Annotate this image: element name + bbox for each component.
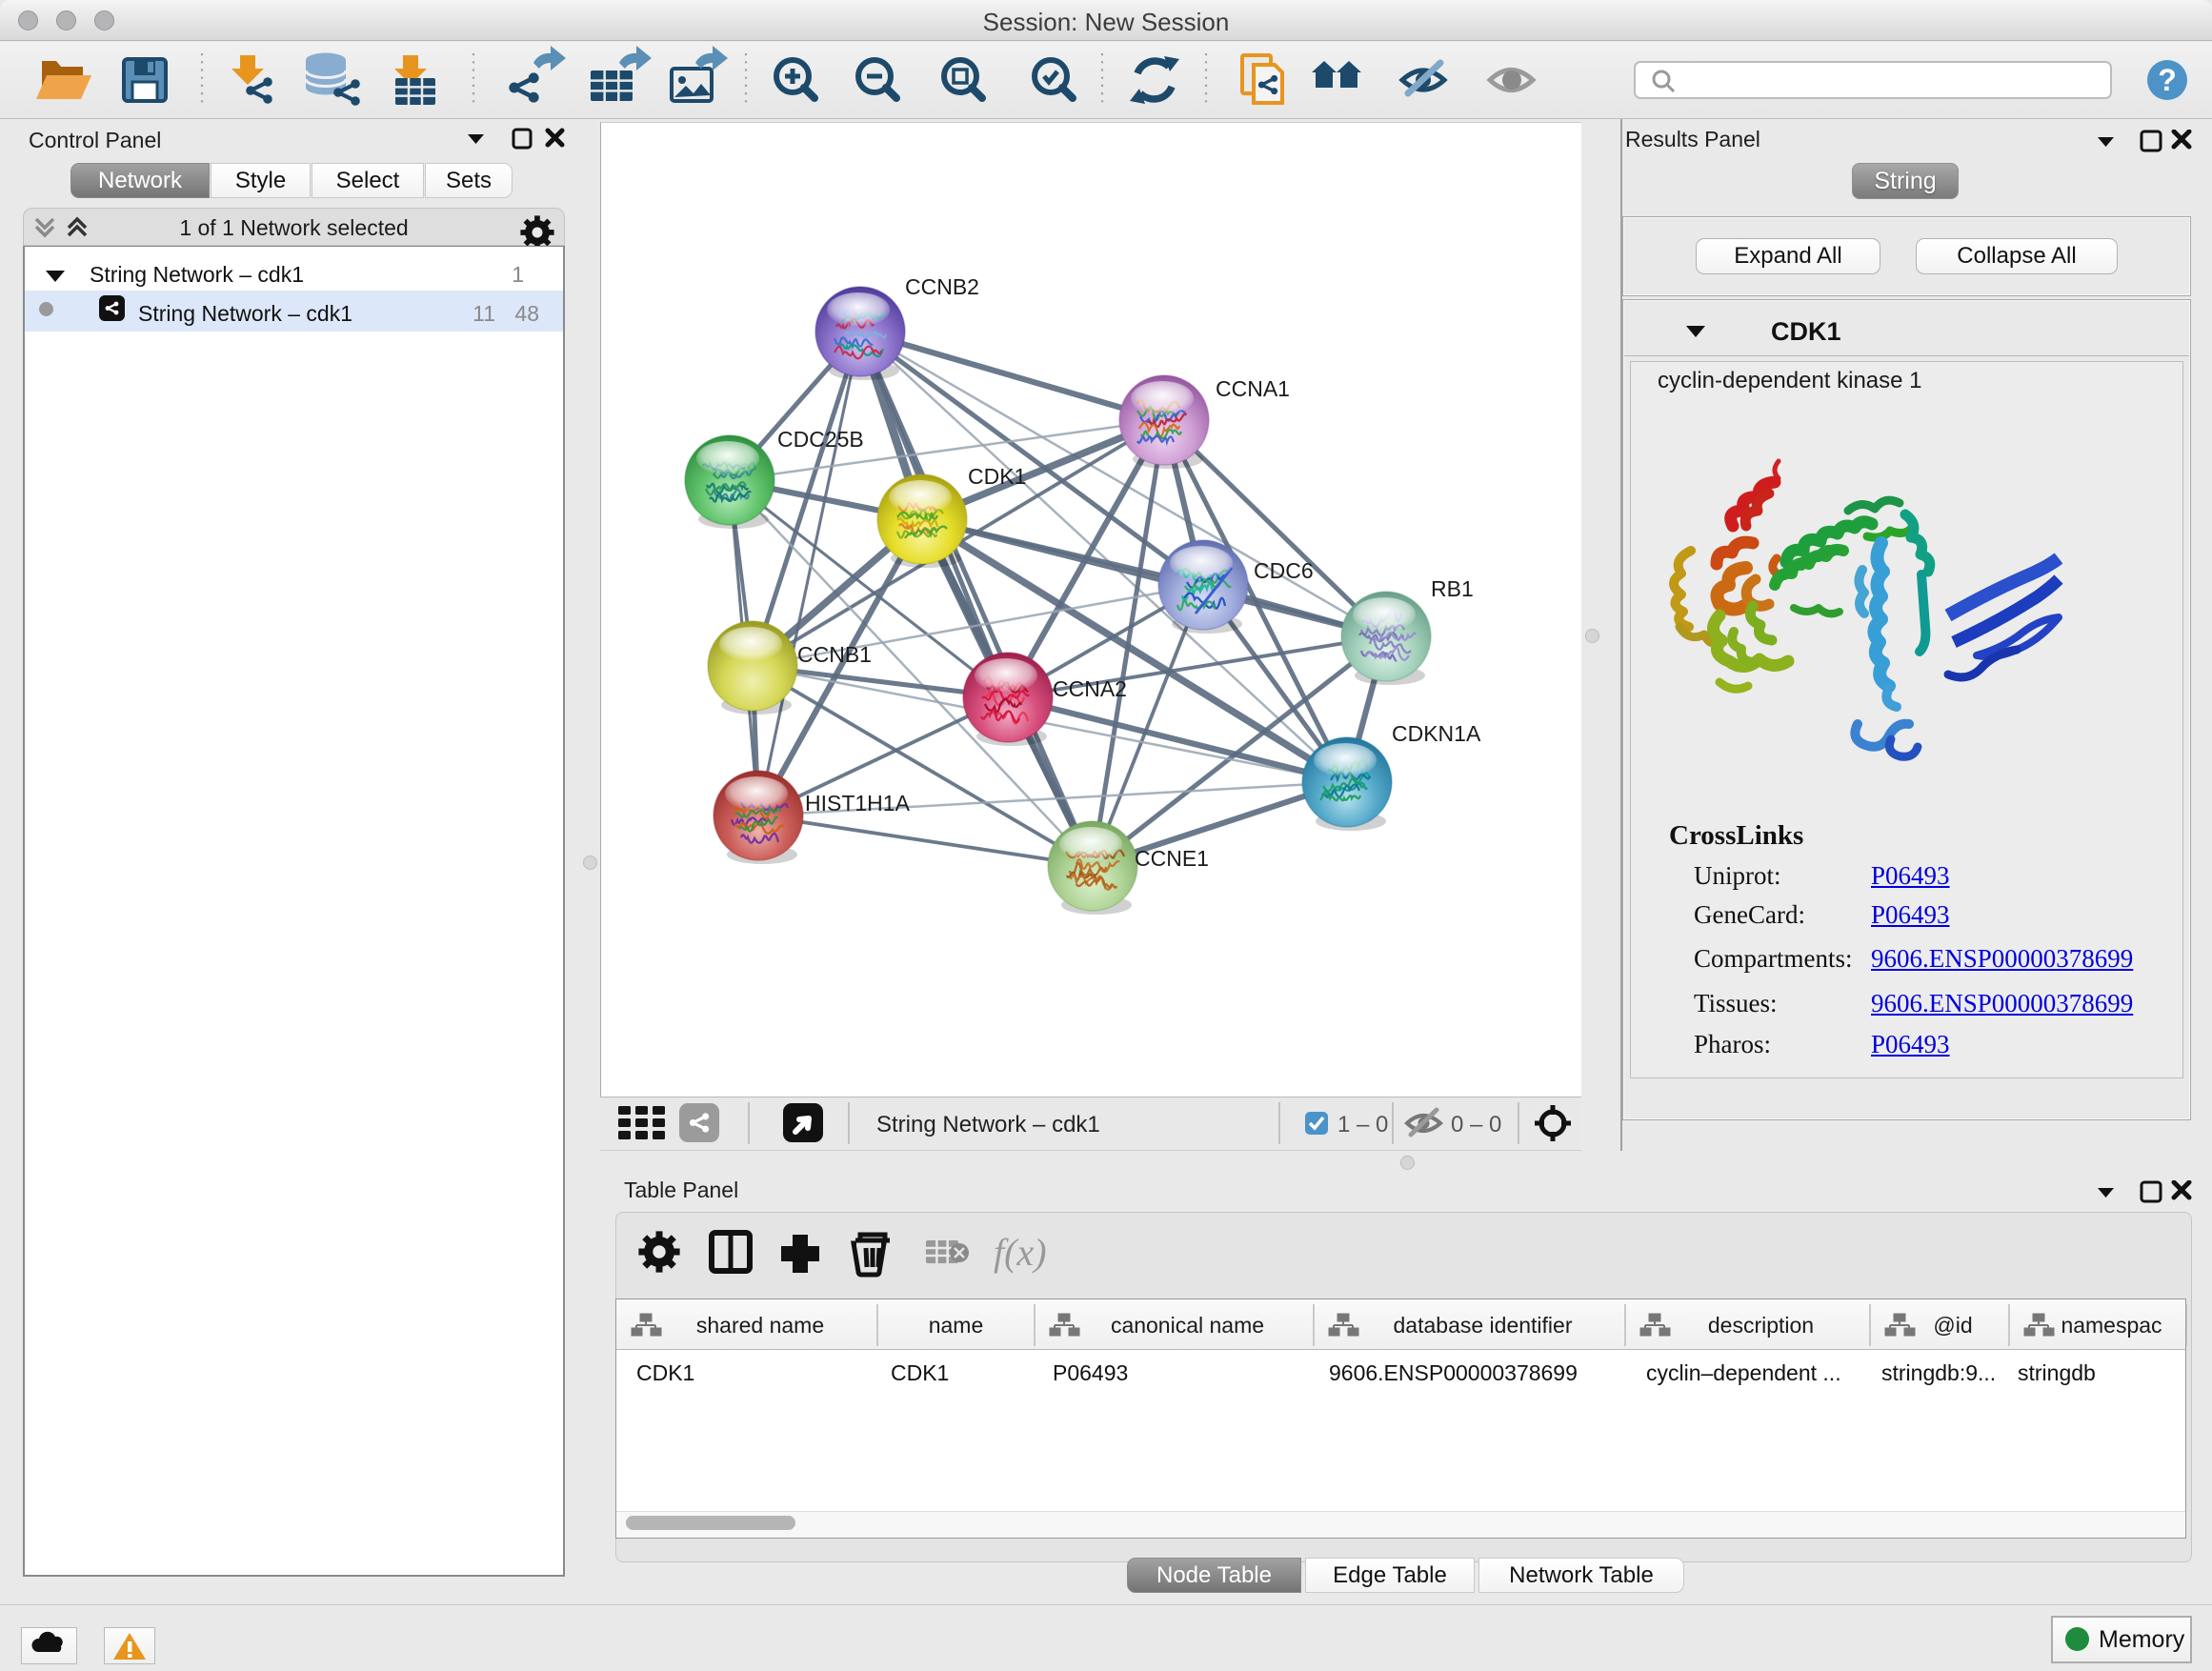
svg-text:@id: @id [1933,1313,1972,1338]
svg-text:CCNE1: CCNE1 [1135,846,1209,871]
svg-text:name: name [929,1313,984,1338]
svg-text:database identifier: database identifier [1394,1313,1573,1338]
svg-text:CCNB1: CCNB1 [797,642,872,667]
svg-text:CCNA2: CCNA2 [1053,676,1127,701]
svg-text:canonical name: canonical name [1111,1313,1264,1338]
svg-text:description: description [1708,1313,1814,1338]
svg-text:shared name: shared name [696,1313,824,1338]
svg-text:HIST1H1A: HIST1H1A [805,791,911,815]
svg-text:?: ? [2158,63,2177,97]
svg-text:f(x): f(x) [994,1231,1047,1274]
svg-text:1 – 0: 1 – 0 [1337,1112,1388,1137]
svg-text:0 – 0: 0 – 0 [1451,1112,1501,1137]
svg-text:String Network – cdk1: String Network – cdk1 [876,1112,1100,1137]
svg-text:RB1: RB1 [1431,576,1474,601]
svg-text:CDKN1A: CDKN1A [1392,721,1481,746]
svg-text:CCNB2: CCNB2 [905,274,979,299]
svg-text:CDK1: CDK1 [968,464,1026,489]
svg-text:CDC25B: CDC25B [777,427,864,452]
svg-text:CDC6: CDC6 [1254,558,1314,583]
svg-text:namespac: namespac [2061,1313,2162,1338]
svg-text:CCNA1: CCNA1 [1216,376,1290,401]
